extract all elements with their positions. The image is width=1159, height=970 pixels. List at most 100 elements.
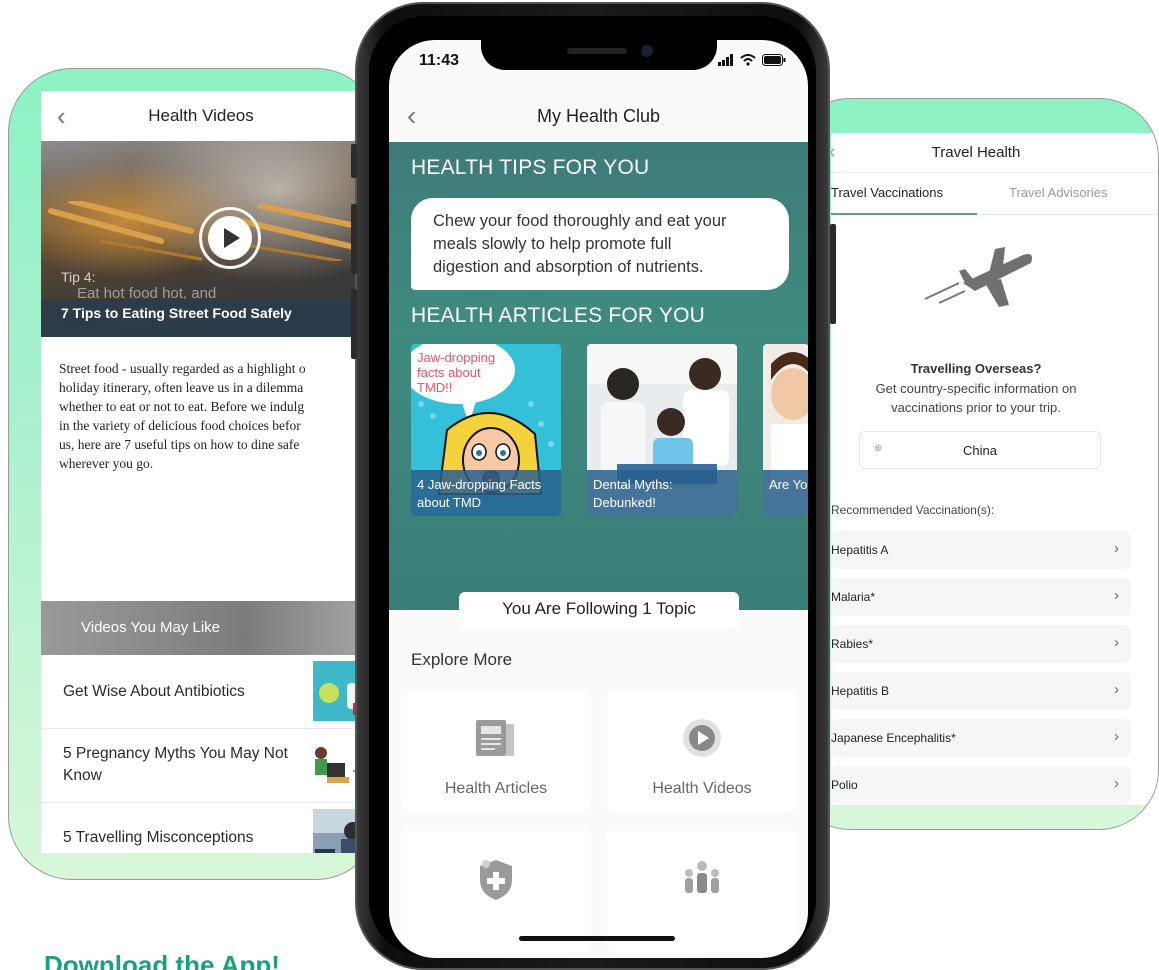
video-list-title: 5 Travelling Misconceptions — [63, 829, 254, 846]
health-articles-heading: HEALTH ARTICLES FOR YOU — [411, 304, 706, 327]
chevron-right-icon: › — [1114, 634, 1119, 651]
status-icons — [718, 54, 786, 66]
travelling-overseas-title: Travelling Overseas? — [910, 361, 1042, 376]
chevron-right-icon: › — [1114, 728, 1119, 745]
vaccination-item[interactable]: Hepatitis A › — [831, 531, 1131, 569]
chevron-right-icon: › — [1114, 681, 1119, 698]
vaccination-name: Japanese Encephalitis* — [831, 731, 956, 745]
svg-text:TMD!!: TMD!! — [417, 380, 452, 395]
app-header: ‹ My Health Club — [389, 90, 808, 142]
article-caption: 4 Jaw-dropping Facts about TMD — [411, 470, 561, 516]
wifi-icon — [740, 54, 756, 66]
tile-label: Health Videos — [652, 780, 752, 797]
recommended-vaccinations-label: Recommended Vaccination(s): — [831, 503, 995, 517]
travel-health-screen: ‹ Travel Health Travel Vaccinations Trav… — [831, 133, 1158, 805]
article-icon — [401, 718, 591, 758]
volume-up-button — [351, 204, 357, 274]
svg-text:Jaw-dropping: Jaw-dropping — [417, 350, 495, 365]
active-tab-indicator — [831, 213, 977, 215]
health-videos-tile[interactable]: Health Videos — [607, 690, 797, 812]
page-title: My Health Club — [536, 106, 661, 126]
travelling-overseas-description: Get country-specific information on vacc… — [831, 379, 1121, 417]
video-list-item[interactable]: 5 Pregnancy Myths You May Not Know — [41, 729, 379, 803]
article-line: whether to eat or not to eat. Before we … — [59, 399, 305, 414]
video-list-title: Get Wise About Antibiotics — [63, 683, 245, 700]
airplane-icon — [924, 247, 1032, 307]
video-list-item[interactable]: Get Wise About Antibiotics — [41, 655, 379, 729]
article-line: in the variety of delicious food choices… — [59, 418, 301, 433]
article-line: wherever you go. — [59, 456, 154, 471]
following-topics-button[interactable]: You Are Following 1 Topic — [459, 592, 739, 628]
play-icon — [208, 216, 252, 260]
vaccination-item[interactable]: Rabies* › — [831, 625, 1131, 663]
tile-label: Health Articles — [444, 780, 548, 797]
volume-down-button — [351, 289, 357, 359]
article-card[interactable]: Are Yo... These... — [763, 344, 808, 516]
home-indicator[interactable] — [519, 936, 675, 941]
article-body: Street food - usually regarded as a high… — [41, 337, 379, 473]
chevron-right-icon: › — [1114, 775, 1119, 792]
tip-line: Chew your food thoroughly and eat your — [433, 212, 727, 230]
travel-health-card: ‹ Travel Health Travel Vaccinations Trav… — [790, 98, 1159, 830]
my-health-club-screen: 11:43 ‹ My Health Club HEALTH TIPS FOR Y… — [389, 40, 808, 958]
explore-more-heading: Explore More — [411, 650, 513, 669]
video-player[interactable]: Tip 4: Eat hot food hot, and 7 Tips to E… — [41, 141, 379, 337]
status-time: 11:43 — [419, 52, 460, 69]
article-card[interactable]: Jaw-dropping facts about TMD!! 4 Jaw-dro… — [411, 344, 561, 516]
country-selector[interactable]: ⊕ China — [859, 431, 1101, 469]
tab-travel-vaccinations[interactable]: Travel Vaccinations — [831, 185, 943, 200]
travel-tabs: Travel Vaccinations Travel Advisories — [831, 173, 1158, 215]
tab-travel-advisories[interactable]: Travel Advisories — [1009, 185, 1108, 200]
vaccination-name: Polio — [831, 778, 858, 792]
article-line: us, here are 7 useful tips on how to din… — [59, 437, 300, 452]
health-services-tile[interactable] — [401, 830, 591, 952]
description-line: vaccinations prior to your trip. — [891, 400, 1061, 415]
speaker-grille — [567, 48, 627, 54]
vaccination-name: Hepatitis A — [831, 543, 889, 557]
health-videos-screen: ‹ Health Videos Tip 4: Eat hot food hot,… — [41, 91, 379, 853]
article-card[interactable]: Dental Myths: Debunked! — [587, 344, 737, 516]
article-line: holiday itinerary, often leave us in a d… — [59, 380, 304, 395]
health-tip-bubble: Chew your food thoroughly and eat your m… — [411, 198, 789, 290]
vaccination-name: Rabies* — [831, 637, 874, 651]
community-icon — [607, 858, 797, 898]
vaccination-item[interactable]: Hepatitis B › — [831, 672, 1131, 710]
notch — [481, 40, 717, 70]
page-title: Health Videos — [148, 106, 254, 125]
play-icon — [607, 718, 797, 758]
vaccination-name: Hepatitis B — [831, 684, 890, 698]
battery-icon — [762, 54, 786, 66]
travel-health-header: ‹ Travel Health — [831, 133, 1158, 173]
health-feed-panel: HEALTH TIPS FOR YOU Chew your food thoro… — [389, 142, 808, 628]
video-list-title: 5 Pregnancy Myths You May Not Know — [63, 745, 288, 784]
vaccination-item[interactable]: Polio › — [831, 766, 1131, 804]
videos-you-may-like-header: Videos You May Like — [41, 601, 379, 655]
front-camera — [641, 45, 653, 57]
chevron-right-icon: › — [1114, 587, 1119, 604]
mute-switch — [351, 144, 357, 178]
download-cta[interactable]: Download the App! — [44, 950, 280, 970]
back-chevron-icon[interactable]: ‹ — [57, 103, 79, 129]
health-videos-card: ‹ Health Videos Tip 4: Eat hot food hot,… — [8, 68, 380, 880]
play-button[interactable] — [199, 207, 261, 269]
description-line: Get country-specific information on — [875, 381, 1077, 396]
country-value: China — [963, 443, 997, 458]
vaccination-name: Malaria* — [831, 590, 876, 604]
svg-text:facts about: facts about — [417, 365, 481, 380]
signal-icon — [718, 54, 734, 66]
health-videos-header: ‹ Health Videos — [41, 91, 379, 141]
video-list-item[interactable]: 5 Travelling Misconceptions — [41, 803, 379, 853]
video-tip-label: Tip 4: — [61, 269, 96, 285]
article-caption: Are Yo... These... — [763, 470, 808, 516]
tip-line: meals slowly to help promote full — [433, 235, 672, 253]
article-caption: Dental Myths: Debunked! — [587, 470, 737, 516]
vaccination-item[interactable]: Japanese Encephalitis* › — [831, 719, 1131, 757]
page-title: Travel Health — [931, 144, 1021, 161]
chevron-right-icon: › — [1114, 540, 1119, 557]
phone-frame: 11:43 ‹ My Health Club HEALTH TIPS FOR Y… — [351, 2, 836, 970]
article-line: Street food - usually regarded as a high… — [59, 361, 306, 376]
power-button — [830, 224, 836, 324]
health-articles-tile[interactable]: Health Articles — [401, 690, 591, 812]
community-tile[interactable] — [607, 830, 797, 952]
vaccination-item[interactable]: Malaria* › — [831, 578, 1131, 616]
